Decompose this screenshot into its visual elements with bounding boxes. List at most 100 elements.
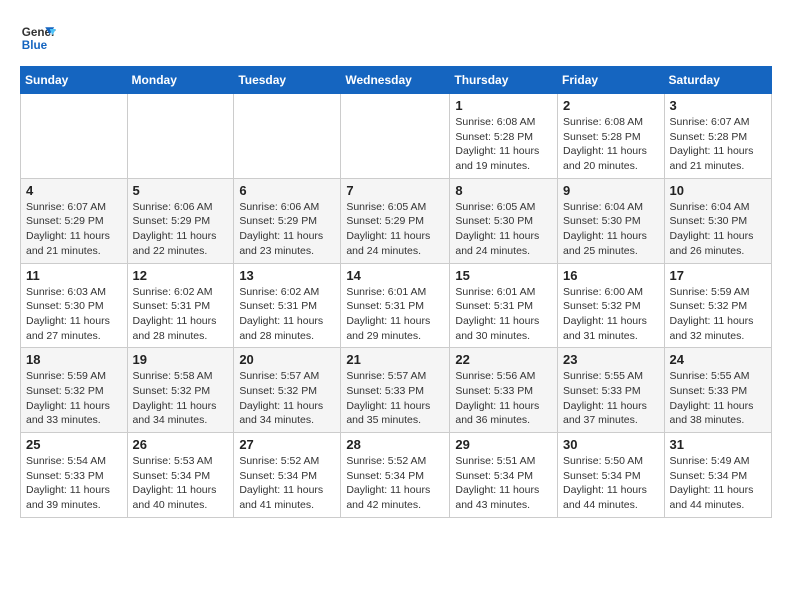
calendar-cell: 11 Sunrise: 6:03 AM Sunset: 5:30 PM Dayli… <box>21 263 128 348</box>
calendar-cell: 23 Sunrise: 5:55 AM Sunset: 5:33 PM Dayli… <box>558 348 665 433</box>
calendar-cell <box>21 94 128 179</box>
day-info: Sunrise: 5:49 AM Sunset: 5:34 PM Dayligh… <box>670 454 766 513</box>
day-number: 12 <box>133 268 229 283</box>
day-info: Sunrise: 5:54 AM Sunset: 5:33 PM Dayligh… <box>26 454 122 513</box>
svg-text:Blue: Blue <box>22 39 48 52</box>
calendar-cell: 15 Sunrise: 6:01 AM Sunset: 5:31 PM Dayli… <box>450 263 558 348</box>
logo-icon: General Blue <box>20 20 56 56</box>
day-info: Sunrise: 6:08 AM Sunset: 5:28 PM Dayligh… <box>563 115 659 174</box>
day-number: 3 <box>670 98 766 113</box>
weekday-header-thursday: Thursday <box>450 67 558 94</box>
weekday-header-friday: Friday <box>558 67 665 94</box>
day-info: Sunrise: 5:57 AM Sunset: 5:32 PM Dayligh… <box>239 369 335 428</box>
day-number: 6 <box>239 183 335 198</box>
calendar-cell: 22 Sunrise: 5:56 AM Sunset: 5:33 PM Dayli… <box>450 348 558 433</box>
calendar-cell: 26Sunrise: 5:53 AM Sunset: 5:34 PM Dayli… <box>127 433 234 518</box>
calendar-cell: 31 Sunrise: 5:49 AM Sunset: 5:34 PM Dayli… <box>664 433 771 518</box>
day-number: 25 <box>26 437 122 452</box>
calendar-cell: 29 Sunrise: 5:51 AM Sunset: 5:34 PM Dayli… <box>450 433 558 518</box>
calendar-cell: 8 Sunrise: 6:05 AM Sunset: 5:30 PM Daylig… <box>450 178 558 263</box>
day-number: 20 <box>239 352 335 367</box>
day-number: 28 <box>346 437 444 452</box>
day-number: 4 <box>26 183 122 198</box>
calendar-cell: 4 Sunrise: 6:07 AM Sunset: 5:29 PM Daylig… <box>21 178 128 263</box>
calendar-cell: 1Sunrise: 6:08 AM Sunset: 5:28 PM Daylig… <box>450 94 558 179</box>
day-number: 30 <box>563 437 659 452</box>
day-number: 23 <box>563 352 659 367</box>
day-info: Sunrise: 6:05 AM Sunset: 5:30 PM Dayligh… <box>455 200 552 259</box>
day-number: 29 <box>455 437 552 452</box>
day-info: Sunrise: 5:58 AM Sunset: 5:32 PM Dayligh… <box>133 369 229 428</box>
day-number: 7 <box>346 183 444 198</box>
day-number: 5 <box>133 183 229 198</box>
day-info: Sunrise: 6:06 AM Sunset: 5:29 PM Dayligh… <box>133 200 229 259</box>
calendar-cell: 18Sunrise: 5:59 AM Sunset: 5:32 PM Dayli… <box>21 348 128 433</box>
weekday-header-tuesday: Tuesday <box>234 67 341 94</box>
day-number: 16 <box>563 268 659 283</box>
calendar-cell: 14 Sunrise: 6:01 AM Sunset: 5:31 PM Dayli… <box>341 263 450 348</box>
day-number: 22 <box>455 352 552 367</box>
day-info: Sunrise: 5:51 AM Sunset: 5:34 PM Dayligh… <box>455 454 552 513</box>
day-number: 8 <box>455 183 552 198</box>
weekday-header-monday: Monday <box>127 67 234 94</box>
calendar-cell: 9Sunrise: 6:04 AM Sunset: 5:30 PM Daylig… <box>558 178 665 263</box>
calendar-cell: 24 Sunrise: 5:55 AM Sunset: 5:33 PM Dayli… <box>664 348 771 433</box>
logo: General Blue <box>20 20 56 56</box>
day-info: Sunrise: 5:57 AM Sunset: 5:33 PM Dayligh… <box>346 369 444 428</box>
calendar-week-3: 11 Sunrise: 6:03 AM Sunset: 5:30 PM Dayli… <box>21 263 772 348</box>
day-number: 24 <box>670 352 766 367</box>
calendar-cell: 10 Sunrise: 6:04 AM Sunset: 5:30 PM Dayli… <box>664 178 771 263</box>
day-info: Sunrise: 5:56 AM Sunset: 5:33 PM Dayligh… <box>455 369 552 428</box>
day-info: Sunrise: 5:52 AM Sunset: 5:34 PM Dayligh… <box>239 454 335 513</box>
day-number: 19 <box>133 352 229 367</box>
calendar-cell: 13 Sunrise: 6:02 AM Sunset: 5:31 PM Dayli… <box>234 263 341 348</box>
day-info: Sunrise: 5:53 AM Sunset: 5:34 PM Dayligh… <box>133 454 229 513</box>
day-number: 2 <box>563 98 659 113</box>
calendar-cell: 3 Sunrise: 6:07 AM Sunset: 5:28 PM Daylig… <box>664 94 771 179</box>
calendar-cell: 12Sunrise: 6:02 AM Sunset: 5:31 PM Dayli… <box>127 263 234 348</box>
day-number: 31 <box>670 437 766 452</box>
calendar-cell <box>234 94 341 179</box>
calendar-cell: 20 Sunrise: 5:57 AM Sunset: 5:32 PM Dayli… <box>234 348 341 433</box>
calendar-cell: 5 Sunrise: 6:06 AM Sunset: 5:29 PM Daylig… <box>127 178 234 263</box>
calendar-cell: 17Sunrise: 5:59 AM Sunset: 5:32 PM Dayli… <box>664 263 771 348</box>
day-number: 17 <box>670 268 766 283</box>
page-header: General Blue <box>20 20 772 56</box>
day-info: Sunrise: 5:59 AM Sunset: 5:32 PM Dayligh… <box>26 369 122 428</box>
day-info: Sunrise: 5:52 AM Sunset: 5:34 PM Dayligh… <box>346 454 444 513</box>
calendar-cell: 25 Sunrise: 5:54 AM Sunset: 5:33 PM Dayli… <box>21 433 128 518</box>
day-number: 21 <box>346 352 444 367</box>
day-info: Sunrise: 6:06 AM Sunset: 5:29 PM Dayligh… <box>239 200 335 259</box>
day-info: Sunrise: 6:07 AM Sunset: 5:28 PM Dayligh… <box>670 115 766 174</box>
day-number: 14 <box>346 268 444 283</box>
day-info: Sunrise: 6:04 AM Sunset: 5:30 PM Dayligh… <box>670 200 766 259</box>
calendar-table: SundayMondayTuesdayWednesdayThursdayFrid… <box>20 66 772 518</box>
calendar-cell: 21 Sunrise: 5:57 AM Sunset: 5:33 PM Dayli… <box>341 348 450 433</box>
calendar-header-row: SundayMondayTuesdayWednesdayThursdayFrid… <box>21 67 772 94</box>
day-info: Sunrise: 5:55 AM Sunset: 5:33 PM Dayligh… <box>670 369 766 428</box>
day-info: Sunrise: 5:55 AM Sunset: 5:33 PM Dayligh… <box>563 369 659 428</box>
day-info: Sunrise: 6:07 AM Sunset: 5:29 PM Dayligh… <box>26 200 122 259</box>
day-number: 11 <box>26 268 122 283</box>
calendar-cell: 6 Sunrise: 6:06 AM Sunset: 5:29 PM Daylig… <box>234 178 341 263</box>
calendar-cell: 27Sunrise: 5:52 AM Sunset: 5:34 PM Dayli… <box>234 433 341 518</box>
calendar-cell <box>127 94 234 179</box>
calendar-cell: 30Sunrise: 5:50 AM Sunset: 5:34 PM Dayli… <box>558 433 665 518</box>
calendar-cell: 19 Sunrise: 5:58 AM Sunset: 5:32 PM Dayli… <box>127 348 234 433</box>
day-info: Sunrise: 6:02 AM Sunset: 5:31 PM Dayligh… <box>239 285 335 344</box>
day-info: Sunrise: 6:01 AM Sunset: 5:31 PM Dayligh… <box>455 285 552 344</box>
day-number: 9 <box>563 183 659 198</box>
day-info: Sunrise: 6:05 AM Sunset: 5:29 PM Dayligh… <box>346 200 444 259</box>
calendar-week-5: 25 Sunrise: 5:54 AM Sunset: 5:33 PM Dayli… <box>21 433 772 518</box>
day-number: 10 <box>670 183 766 198</box>
day-number: 15 <box>455 268 552 283</box>
weekday-header-saturday: Saturday <box>664 67 771 94</box>
day-info: Sunrise: 6:00 AM Sunset: 5:32 PM Dayligh… <box>563 285 659 344</box>
day-number: 13 <box>239 268 335 283</box>
day-info: Sunrise: 6:01 AM Sunset: 5:31 PM Dayligh… <box>346 285 444 344</box>
calendar-week-2: 4 Sunrise: 6:07 AM Sunset: 5:29 PM Daylig… <box>21 178 772 263</box>
calendar-cell: 28 Sunrise: 5:52 AM Sunset: 5:34 PM Dayli… <box>341 433 450 518</box>
calendar-cell: 7 Sunrise: 6:05 AM Sunset: 5:29 PM Daylig… <box>341 178 450 263</box>
day-info: Sunrise: 6:03 AM Sunset: 5:30 PM Dayligh… <box>26 285 122 344</box>
calendar-week-1: 1Sunrise: 6:08 AM Sunset: 5:28 PM Daylig… <box>21 94 772 179</box>
